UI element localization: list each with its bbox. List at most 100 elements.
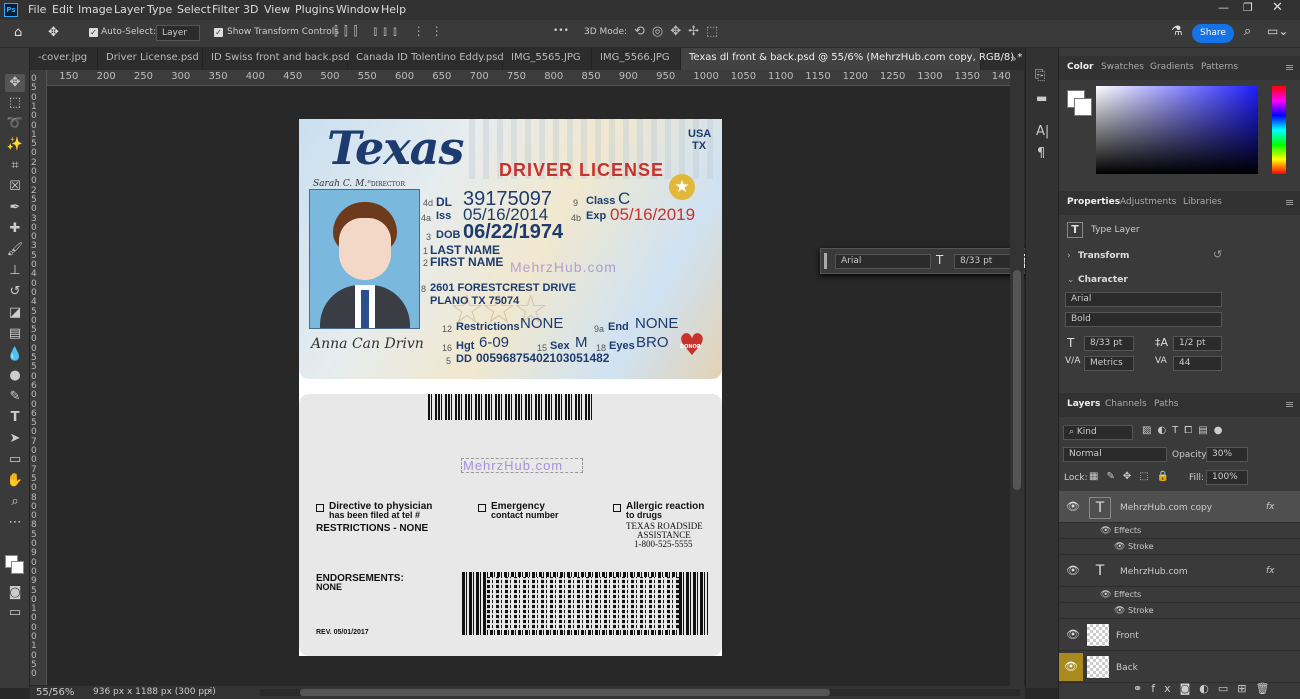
eraser-tool-icon[interactable]: ◪ bbox=[5, 304, 25, 322]
bg-swatch[interactable] bbox=[1074, 98, 1092, 116]
menu-edit[interactable]: Edit bbox=[52, 3, 73, 16]
hscroll-thumb[interactable] bbox=[300, 689, 830, 696]
menu-help[interactable]: Help bbox=[381, 3, 406, 16]
font-size-field[interactable]: 8/33 pt bbox=[1084, 336, 1134, 351]
tab-properties[interactable]: Properties bbox=[1067, 197, 1120, 207]
history-panel-icon[interactable]: ⎘ bbox=[1035, 68, 1045, 83]
move-tool-icon[interactable]: ✥ bbox=[5, 74, 25, 92]
visibility-eye-icon[interactable]: 👁 bbox=[1066, 628, 1080, 641]
stamp-tool-icon[interactable]: ⊥ bbox=[5, 262, 25, 280]
magic-wand-icon[interactable]: ✨ bbox=[5, 136, 25, 154]
share-button[interactable]: Share bbox=[1192, 24, 1234, 43]
tab-driver-license[interactable]: Driver License.psd bbox=[98, 48, 203, 70]
character-label[interactable]: Character bbox=[1078, 275, 1128, 285]
fill-field[interactable]: 100% bbox=[1206, 470, 1248, 485]
panel-menu-icon[interactable]: ≡ bbox=[1285, 398, 1294, 411]
minimize-icon[interactable]: — bbox=[1218, 1, 1229, 14]
tab-color[interactable]: Color bbox=[1067, 62, 1094, 72]
menu-file[interactable]: File bbox=[28, 3, 46, 16]
crop-tool-icon[interactable]: ⌗ bbox=[5, 157, 25, 175]
layer-kind-filter[interactable]: ⌕ Kind bbox=[1063, 425, 1133, 440]
brush-tool-icon[interactable]: 🖌 bbox=[5, 241, 25, 259]
tab-cover[interactable]: -cover.jpg bbox=[30, 48, 98, 70]
menu-3d[interactable]: 3D bbox=[243, 3, 258, 16]
panel-menu-icon[interactable]: ≡ bbox=[1285, 61, 1294, 74]
character-panel-icon[interactable]: A| bbox=[1036, 124, 1049, 139]
blur-tool-icon[interactable]: 💧 bbox=[5, 346, 25, 364]
lock-icons[interactable]: ▦✎✥⬚🔒 bbox=[1089, 471, 1177, 482]
stroke-row[interactable]: 👁 Stroke bbox=[1059, 539, 1300, 555]
tab-libraries[interactable]: Libraries bbox=[1183, 197, 1222, 207]
align-icons[interactable]: ⫿⫿⫿ ⫾⫾⫾ ⋮⋮ bbox=[334, 24, 449, 39]
restore-icon[interactable]: ❐ bbox=[1243, 1, 1253, 14]
status-arrow-icon[interactable]: › bbox=[208, 686, 212, 696]
visibility-eye-icon[interactable]: 👁 bbox=[1066, 500, 1080, 513]
tab-gradients[interactable]: Gradients bbox=[1150, 62, 1194, 72]
layer-row-back[interactable]: 👁 Back bbox=[1059, 651, 1300, 683]
auto-select-checkbox[interactable]: ✓ bbox=[89, 28, 98, 37]
workspace-icon[interactable]: ▭⌄ bbox=[1267, 24, 1288, 38]
menu-plugins[interactable]: Plugins bbox=[295, 3, 334, 16]
tab-channels[interactable]: Channels bbox=[1105, 399, 1147, 409]
menu-select[interactable]: Select bbox=[177, 3, 211, 16]
background-color-swatch[interactable] bbox=[11, 561, 24, 574]
tab-id-swiss[interactable]: ID Swiss front and back.psd bbox=[203, 48, 350, 70]
layer-row-front[interactable]: 👁 Front bbox=[1059, 619, 1300, 651]
quick-mask-icon[interactable]: ◙ bbox=[5, 584, 25, 602]
move-tool-icon[interactable]: ✥ bbox=[48, 25, 59, 40]
search-icon[interactable]: ⌕ bbox=[1244, 24, 1251, 39]
effects-eye-icon[interactable]: 👁 bbox=[1100, 526, 1111, 536]
visibility-eye-icon[interactable]: 👁 bbox=[1059, 653, 1083, 681]
tab-img-5565[interactable]: IMG_5565.JPG bbox=[503, 48, 592, 70]
layer-filter-icons[interactable]: ▨◐T⧠▤● bbox=[1142, 425, 1228, 436]
tab-layers[interactable]: Layers bbox=[1067, 399, 1100, 409]
close-icon[interactable]: ✕ bbox=[1272, 0, 1283, 15]
transform-chevron-icon[interactable]: › bbox=[1067, 251, 1071, 261]
menu-type[interactable]: Type bbox=[147, 3, 172, 16]
tabs-overflow-icon[interactable]: » bbox=[1010, 52, 1017, 65]
zoom-level[interactable]: 55/56% bbox=[36, 687, 74, 698]
zoom-tool-icon[interactable]: ⌕ bbox=[5, 493, 25, 511]
kerning-field[interactable]: Metrics bbox=[1084, 356, 1134, 371]
effects-eye-icon[interactable]: 👁 bbox=[1100, 590, 1111, 600]
context-size-select[interactable]: 8/33 pt bbox=[954, 254, 1014, 269]
tab-texas-dl[interactable]: Texas dl front & back.psd @ 55/6% (Mehrz… bbox=[681, 48, 1022, 70]
home-icon[interactable]: ⌂ bbox=[14, 25, 22, 40]
hand-tool-icon[interactable]: ✋ bbox=[5, 472, 25, 490]
more-options-icon[interactable]: ••• bbox=[553, 26, 569, 36]
tab-swatches[interactable]: Swatches bbox=[1101, 62, 1144, 72]
transform-label[interactable]: Transform bbox=[1078, 251, 1129, 261]
show-transform-checkbox[interactable]: ✓ bbox=[214, 28, 223, 37]
tab-paths[interactable]: Paths bbox=[1154, 399, 1178, 409]
layers-footer-icons[interactable]: ⚭fx◙◐▭⊞🗑 bbox=[1133, 682, 1278, 695]
blend-mode-select[interactable]: Normal bbox=[1063, 447, 1167, 462]
pen-tool-icon[interactable]: ✎ bbox=[5, 388, 25, 406]
visibility-eye-icon[interactable]: 👁 bbox=[1066, 564, 1080, 577]
tracking-field[interactable]: 44 bbox=[1173, 356, 1222, 371]
gradient-tool-icon[interactable]: ▤ bbox=[5, 325, 25, 343]
path-select-icon[interactable]: ➤ bbox=[5, 430, 25, 448]
scroll-thumb[interactable] bbox=[1013, 270, 1021, 490]
tab-canada-id[interactable]: Canada ID Tolentino Eddy.psd bbox=[348, 48, 504, 70]
menu-layer[interactable]: Layer bbox=[114, 3, 145, 16]
menu-view[interactable]: View bbox=[264, 3, 290, 16]
drag-handle[interactable] bbox=[824, 253, 827, 269]
context-font-select[interactable]: Arial bbox=[835, 254, 931, 269]
layer-row-mehrzhub[interactable]: 👁 T MehrzHub.com fx bbox=[1059, 555, 1300, 587]
stroke-row[interactable]: 👁 Stroke bbox=[1059, 603, 1300, 619]
stroke-eye-icon[interactable]: 👁 bbox=[1114, 542, 1125, 552]
more-tools-icon[interactable]: ⋯ bbox=[5, 514, 25, 532]
character-chevron-icon[interactable]: ⌄ bbox=[1067, 275, 1075, 285]
history-brush-icon[interactable]: ↺ bbox=[5, 283, 25, 301]
layer-select[interactable]: Layer bbox=[156, 25, 200, 41]
shape-tool-icon[interactable]: ▭ bbox=[5, 451, 25, 469]
document-canvas[interactable]: Texas USA TX DRIVER LICENSE ★ Sarah C. M… bbox=[299, 119, 722, 656]
vertical-scrollbar[interactable] bbox=[1010, 70, 1024, 686]
screen-mode-icon[interactable]: ▭ bbox=[5, 604, 25, 622]
type-tool-icon[interactable]: T bbox=[5, 409, 25, 427]
3d-tool-icons[interactable]: ⟲◎✥✢⬚ bbox=[634, 24, 725, 39]
dodge-tool-icon[interactable]: ● bbox=[5, 367, 25, 385]
eyedropper-icon[interactable]: ✒ bbox=[5, 199, 25, 217]
effects-row[interactable]: 👁 Effects bbox=[1059, 523, 1300, 539]
font-family-select[interactable]: Arial bbox=[1065, 292, 1222, 307]
